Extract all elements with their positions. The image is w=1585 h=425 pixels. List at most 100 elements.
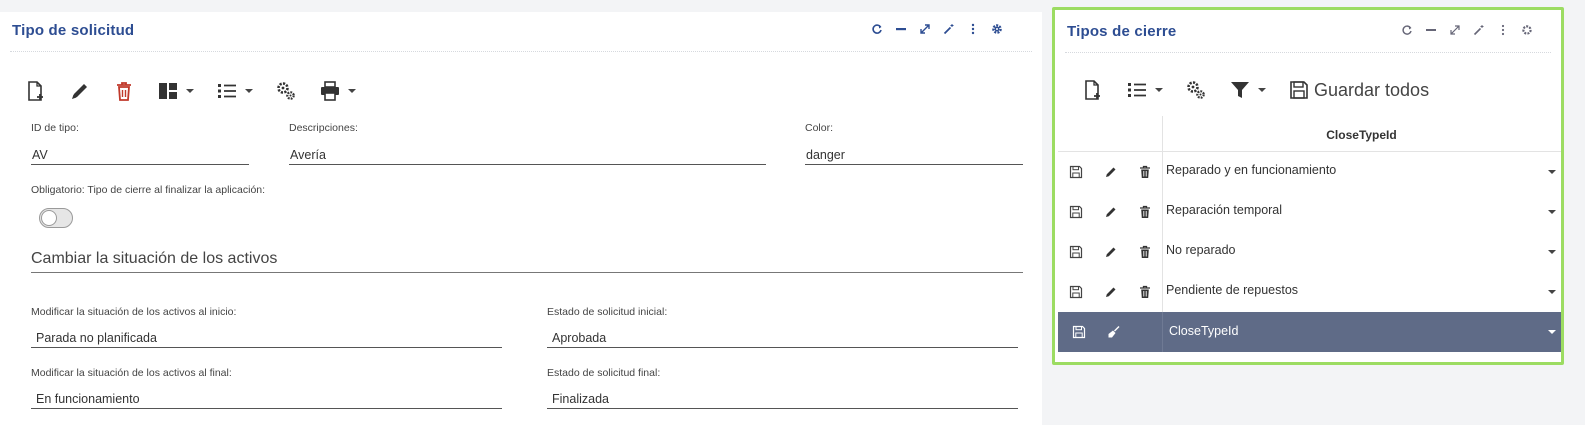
column-header-closetypeid[interactable]: CloseTypeId bbox=[1162, 128, 1561, 142]
column-divider bbox=[1162, 232, 1163, 272]
field-label: Estado de solicitud inicial: bbox=[547, 306, 668, 318]
edit-button[interactable] bbox=[69, 80, 91, 102]
edit-row-icon[interactable] bbox=[1104, 245, 1118, 259]
settings-button[interactable] bbox=[275, 80, 297, 102]
list-dropdown-button[interactable] bbox=[216, 80, 253, 102]
save-row-icon[interactable] bbox=[1069, 285, 1083, 299]
final-state-select[interactable] bbox=[547, 389, 1018, 409]
edit-row-icon[interactable] bbox=[1104, 165, 1118, 179]
broom-icon[interactable] bbox=[1107, 325, 1121, 339]
save-row-icon[interactable] bbox=[1072, 325, 1086, 339]
filter-dropdown-button[interactable] bbox=[1229, 79, 1266, 101]
delete-row-icon[interactable] bbox=[1138, 245, 1152, 259]
expand-icon[interactable] bbox=[1448, 23, 1461, 36]
mandatory-close-type-toggle[interactable] bbox=[39, 208, 73, 228]
panel-tools bbox=[870, 22, 1003, 35]
list-icon bbox=[218, 84, 236, 98]
panel-title: Tipos de cierre bbox=[1067, 23, 1177, 40]
new-button[interactable] bbox=[25, 80, 47, 102]
descriptions-input[interactable] bbox=[289, 145, 766, 165]
minimize-icon[interactable] bbox=[894, 22, 907, 35]
final-state-field: Estado de solicitud final: bbox=[547, 367, 1018, 409]
chevron-down-icon[interactable] bbox=[1548, 330, 1556, 334]
title-divider bbox=[1065, 52, 1551, 53]
chevron-down-icon bbox=[245, 89, 253, 93]
more-vertical-icon[interactable] bbox=[966, 22, 979, 35]
field-label: Modificar la situación de los activos al… bbox=[31, 306, 237, 318]
gear-icon[interactable] bbox=[1520, 23, 1533, 36]
delete-row-icon[interactable] bbox=[1138, 205, 1152, 219]
modify-assets-end-select[interactable] bbox=[31, 389, 502, 409]
color-input[interactable] bbox=[805, 145, 1023, 165]
new-row[interactable]: CloseTypeId bbox=[1058, 312, 1561, 352]
printer-icon bbox=[321, 81, 339, 101]
table-row[interactable]: Pendiente de repuestos bbox=[1058, 272, 1561, 312]
new-button[interactable] bbox=[1082, 79, 1104, 101]
settings-cogs-icon bbox=[277, 82, 295, 100]
descriptions-field: Descripciones: bbox=[289, 122, 766, 165]
save-row-icon[interactable] bbox=[1069, 245, 1083, 259]
pencil-icon bbox=[72, 84, 87, 99]
edit-row-icon[interactable] bbox=[1104, 205, 1118, 219]
layout-dropdown-button[interactable] bbox=[157, 80, 194, 102]
close-type-value[interactable]: Pendiente de repuestos bbox=[1166, 283, 1298, 297]
chevron-down-icon[interactable] bbox=[1548, 170, 1556, 174]
table-row[interactable]: Reparado y en funcionamiento bbox=[1058, 152, 1561, 192]
close-type-value[interactable]: Reparado y en funcionamiento bbox=[1166, 163, 1336, 177]
table-row[interactable]: Reparación temporal bbox=[1058, 192, 1561, 232]
layout-icon bbox=[159, 83, 177, 99]
list-dropdown-button[interactable] bbox=[1126, 79, 1163, 101]
initial-state-field: Estado de solicitud inicial: bbox=[547, 306, 1018, 348]
close-types-panel: Tipos de cierre Guardar todos CloseTypeI… bbox=[1052, 7, 1564, 365]
close-type-value[interactable]: Reparación temporal bbox=[1166, 203, 1282, 217]
chevron-down-icon[interactable] bbox=[1548, 290, 1556, 294]
type-id-input[interactable] bbox=[31, 145, 249, 165]
expand-icon[interactable] bbox=[918, 22, 931, 35]
floppy-disk-icon bbox=[1290, 81, 1308, 99]
save-row-icon[interactable] bbox=[1069, 205, 1083, 219]
section-divider bbox=[31, 272, 1023, 273]
save-row-icon[interactable] bbox=[1069, 165, 1083, 179]
close-type-value[interactable]: No reparado bbox=[1166, 243, 1236, 257]
magic-wand-icon[interactable] bbox=[942, 22, 955, 35]
section-title: Cambiar la situación de los activos bbox=[31, 250, 278, 267]
refresh-icon[interactable] bbox=[870, 22, 883, 35]
column-divider bbox=[1162, 152, 1163, 192]
column-divider bbox=[1162, 192, 1163, 232]
table-row[interactable]: No reparado bbox=[1058, 232, 1561, 272]
field-label: Color: bbox=[805, 122, 834, 134]
chevron-down-icon[interactable] bbox=[1548, 210, 1556, 214]
settings-button[interactable] bbox=[1185, 79, 1207, 101]
toggle-knob bbox=[41, 210, 57, 226]
initial-state-select[interactable] bbox=[547, 328, 1018, 348]
chevron-down-icon bbox=[186, 89, 194, 93]
column-divider bbox=[1162, 312, 1163, 352]
chevron-down-icon bbox=[348, 89, 356, 93]
minimize-icon[interactable] bbox=[1424, 23, 1437, 36]
refresh-icon[interactable] bbox=[1400, 23, 1413, 36]
modify-assets-start-select[interactable] bbox=[31, 328, 502, 348]
save-all-button[interactable]: Guardar todos bbox=[1288, 79, 1429, 101]
more-vertical-icon[interactable] bbox=[1496, 23, 1509, 36]
grid-header: CloseTypeId bbox=[1058, 116, 1561, 152]
gear-icon[interactable] bbox=[990, 22, 1003, 35]
delete-row-icon[interactable] bbox=[1138, 285, 1152, 299]
field-label: Obligatorio: Tipo de cierre al finalizar… bbox=[31, 184, 266, 196]
trash-icon bbox=[117, 82, 131, 101]
field-label: Estado de solicitud final: bbox=[547, 367, 661, 379]
modify-assets-start-field: Modificar la situación de los activos al… bbox=[31, 306, 502, 348]
magic-wand-icon[interactable] bbox=[1472, 23, 1485, 36]
field-label: ID de tipo: bbox=[31, 122, 79, 134]
print-dropdown-button[interactable] bbox=[319, 80, 356, 102]
list-icon bbox=[1128, 83, 1146, 97]
new-document-icon bbox=[28, 81, 43, 101]
chevron-down-icon[interactable] bbox=[1548, 250, 1556, 254]
delete-button[interactable] bbox=[113, 80, 135, 102]
delete-row-icon[interactable] bbox=[1138, 165, 1152, 179]
close-type-new-value[interactable]: CloseTypeId bbox=[1169, 324, 1238, 338]
panel-tools bbox=[1400, 23, 1533, 36]
modify-assets-end-field: Modificar la situación de los activos al… bbox=[31, 367, 502, 409]
close-types-grid: CloseTypeId Reparado y en funcionamiento… bbox=[1058, 116, 1561, 352]
edit-row-icon[interactable] bbox=[1104, 285, 1118, 299]
type-id-field: ID de tipo: bbox=[31, 122, 249, 165]
